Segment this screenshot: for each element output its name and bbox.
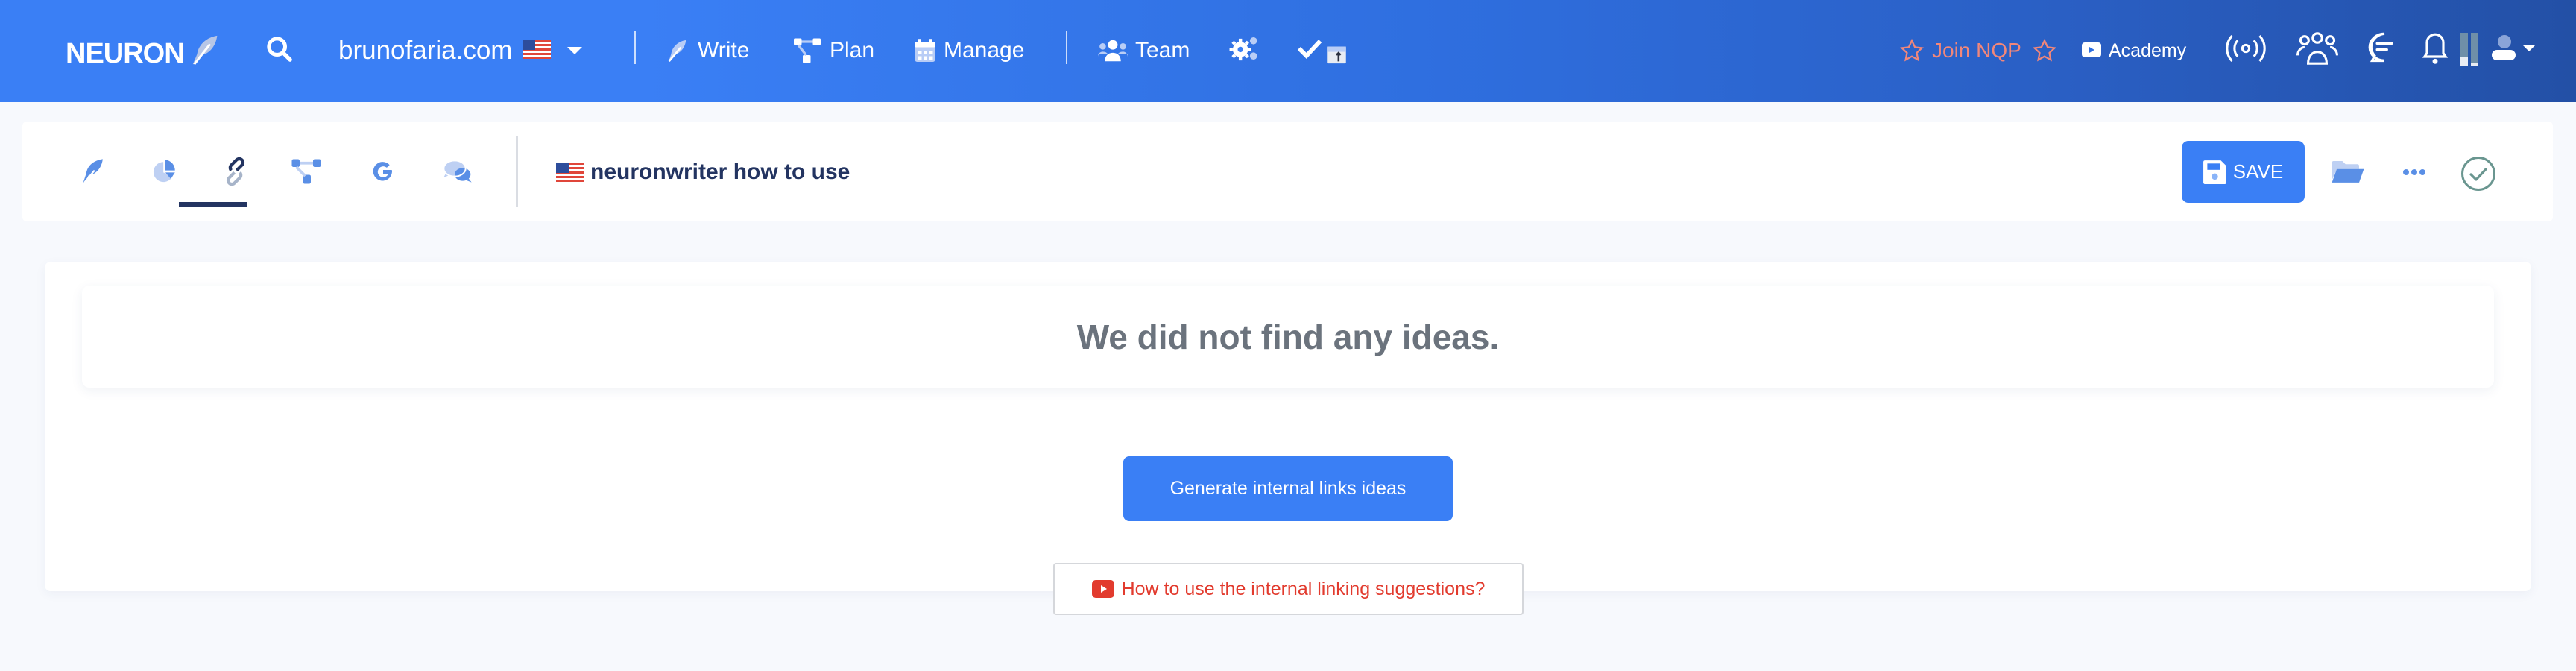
feather-icon: [83, 159, 103, 183]
feather-logo-icon: [189, 33, 223, 75]
generate-label: Generate internal links ideas: [1169, 478, 1407, 499]
tab-structure[interactable]: [288, 153, 325, 190]
calendar-icon: [915, 39, 935, 62]
empty-state-box: We did not find any ideas.: [82, 286, 2494, 388]
search-icon: [267, 37, 292, 62]
editor-toolbar: [22, 122, 2553, 221]
active-tab-indicator: [179, 202, 247, 207]
tasks-button[interactable]: [1297, 30, 1348, 67]
floppy-disk-icon: [2203, 160, 2226, 184]
user-menu[interactable]: [2492, 30, 2535, 67]
join-nqp-link[interactable]: Join NQP: [1899, 33, 2057, 69]
save-button[interactable]: SAVE: [2182, 141, 2305, 203]
broadcast-icon: [2226, 35, 2266, 62]
us-flag-icon: [523, 36, 552, 66]
check-status-button[interactable]: [2460, 155, 2497, 192]
logo-text: NEURON: [66, 37, 185, 69]
tab-statistics[interactable]: [147, 153, 184, 190]
feather-icon: [668, 40, 686, 62]
chat-button[interactable]: [2367, 30, 2402, 67]
nav-manage-label: Manage: [944, 38, 1025, 63]
chevron-down-icon: [2523, 45, 2535, 51]
project-name: brunofaria.com: [338, 36, 513, 65]
youtube-icon: [1091, 580, 1114, 598]
chevron-down-icon: [567, 47, 583, 54]
nav-divider: [634, 31, 636, 64]
nav-team-label: Team: [1135, 38, 1190, 63]
help-video-link[interactable]: How to use the internal linking suggesti…: [1053, 563, 1524, 615]
group-icon: [2296, 32, 2338, 65]
nav-write-label: Write: [698, 38, 750, 63]
open-folder-button[interactable]: [2327, 154, 2369, 190]
community-button[interactable]: [2296, 30, 2338, 67]
neuron-logo[interactable]: NEURON: [66, 33, 223, 75]
check-circle-icon: [2461, 157, 2496, 191]
help-video-label: How to use the internal linking suggesti…: [1121, 578, 1486, 599]
sitemap-icon: [794, 38, 821, 63]
project-selector[interactable]: brunofaria.com: [338, 33, 583, 69]
academy-label: Academy: [2109, 40, 2187, 61]
check-icon: [1297, 40, 1322, 59]
nav-manage[interactable]: Manage: [914, 33, 1024, 69]
nav-plan-label: Plan: [830, 38, 875, 63]
plugin-icon: [1327, 46, 1346, 64]
empty-state-message: We did not find any ideas.: [1076, 317, 1500, 356]
settings-button[interactable]: [1229, 30, 1260, 67]
document-title-text: neuronwriter how to use: [590, 160, 850, 184]
ellipsis-icon: [2403, 169, 2425, 175]
folder-open-icon: [2332, 161, 2364, 183]
pie-chart-icon: [153, 160, 175, 183]
chat-icon: [2368, 32, 2393, 63]
document-title: neuronwriter how to use: [556, 154, 850, 191]
google-icon: [373, 162, 392, 181]
more-options-button[interactable]: [2393, 160, 2435, 185]
star-icon: [2032, 38, 2056, 62]
save-label: SAVE: [2232, 160, 2284, 183]
usage-indicator[interactable]: [2460, 30, 2480, 67]
tab-editor[interactable]: [74, 153, 111, 190]
user-icon: [2492, 35, 2516, 60]
link-icon: [226, 157, 245, 186]
notifications-button[interactable]: [2422, 30, 2448, 67]
broadcast-button[interactable]: [2225, 30, 2267, 67]
tab-google[interactable]: [364, 153, 402, 190]
bell-icon: [2422, 33, 2448, 64]
academy-link[interactable]: Academy: [2082, 33, 2186, 69]
gears-icon: [1229, 37, 1257, 61]
nav-divider: [1066, 31, 1067, 64]
generate-internal-links-button[interactable]: Generate internal links ideas: [1123, 456, 1453, 521]
us-flag-icon: [556, 163, 584, 182]
users-icon: [1098, 40, 1128, 62]
nav-write[interactable]: Write: [665, 33, 749, 69]
tab-comments[interactable]: [439, 153, 476, 190]
search-button[interactable]: [265, 33, 294, 66]
sitemap-icon: [291, 159, 321, 184]
youtube-icon: [2082, 42, 2101, 57]
usage-bars-icon: [2460, 33, 2478, 66]
nav-team[interactable]: Team: [1098, 33, 1190, 69]
nav-plan[interactable]: Plan: [792, 33, 874, 69]
join-nqp-label: Join NQP: [1932, 39, 2021, 62]
comments-icon: [443, 160, 472, 183]
toolbar-divider: [516, 136, 518, 207]
top-navbar: NEURON brunofaria.com Write Plan Manage …: [0, 0, 2576, 102]
star-icon: [1899, 38, 1925, 62]
tab-internal-links[interactable]: [217, 153, 254, 190]
